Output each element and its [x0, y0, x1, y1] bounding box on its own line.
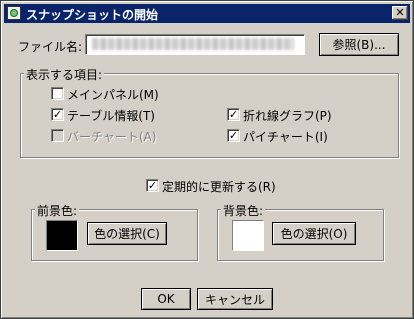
ok-button-label: OK [157, 292, 175, 306]
pie-chart-label[interactable]: パイチャート(I) [243, 128, 328, 145]
background-legend: 背景色: [221, 202, 266, 219]
line-graph-label[interactable]: 折れ線グラフ(P) [243, 107, 332, 124]
background-color-swatch [232, 220, 264, 251]
bar-chart-label: バーチャート(A) [67, 130, 157, 144]
periodic-update-checkbox[interactable]: ✓ [146, 179, 159, 192]
foreground-legend: 前景色: [35, 202, 80, 219]
table-info-checkbox[interactable]: ✓ [51, 108, 64, 121]
background-select-color-label: 色の選択(O) [280, 227, 348, 241]
display-items-legend: 表示する項目: [24, 66, 105, 83]
filename-blurred-text [92, 38, 294, 50]
main-panel-checkbox[interactable] [51, 87, 64, 100]
browse-button-label: 参照(B)... [332, 38, 386, 52]
foreground-select-color-label: 色の選択(C) [94, 227, 160, 241]
filename-label: ファイル名: [18, 40, 83, 54]
periodic-update-label[interactable]: 定期的に更新する(R) [162, 178, 276, 195]
title-bar[interactable]: スナップショットの開始 ✕ [4, 4, 410, 23]
window-title: スナップショットの開始 [26, 8, 159, 22]
pie-chart-checkbox[interactable]: ✓ [227, 129, 240, 142]
close-button[interactable]: ✕ [392, 6, 408, 20]
browse-button[interactable]: 参照(B)... [319, 33, 399, 56]
table-info-label[interactable]: テーブル情報(T) [67, 107, 155, 124]
foreground-select-color-button[interactable]: 色の選択(C) [87, 222, 167, 245]
line-graph-checkbox[interactable]: ✓ [227, 108, 240, 121]
bar-chart-checkbox [51, 129, 64, 142]
close-icon: ✕ [395, 6, 405, 19]
filename-input[interactable] [85, 34, 305, 55]
app-icon [7, 6, 21, 20]
background-select-color-button[interactable]: 色の選択(O) [272, 222, 356, 245]
cancel-button[interactable]: キャンセル [197, 288, 273, 310]
foreground-color-swatch [46, 220, 78, 251]
main-panel-label[interactable]: メインパネル(M) [67, 86, 159, 103]
cancel-button-label: キャンセル [204, 292, 265, 307]
ok-button[interactable]: OK [141, 288, 191, 310]
snapshot-dialog: スナップショットの開始 ✕ ファイル名: 参照(B)... 表示する項目: メイ… [0, 0, 414, 319]
